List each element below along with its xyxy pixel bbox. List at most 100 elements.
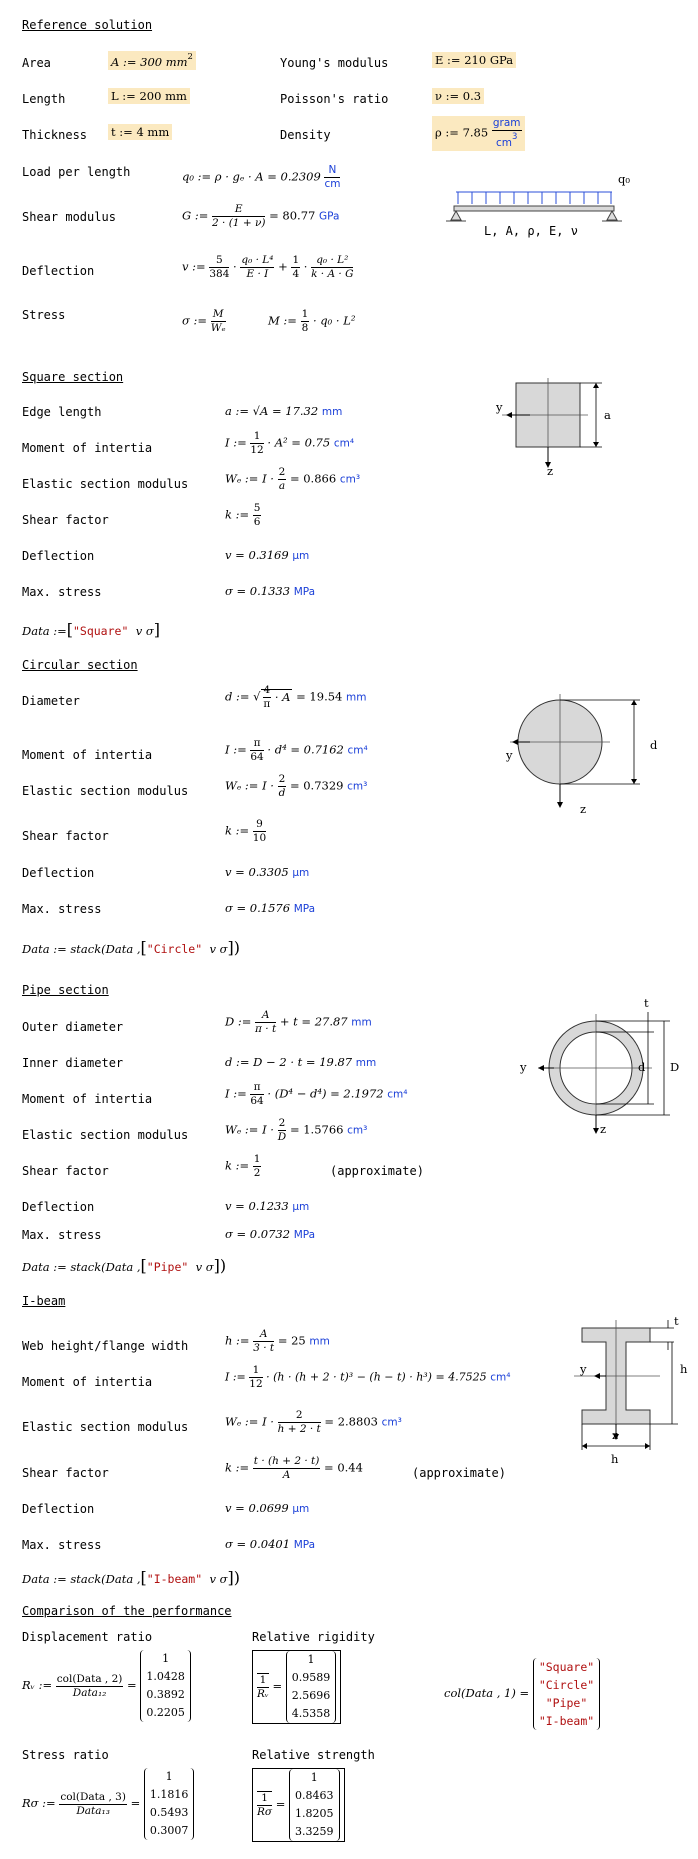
matrix-cell: 1.1816 (149, 1788, 189, 1801)
circle-elastic-label: Elastic section modulus (22, 784, 189, 798)
pipe-shear-equation[interactable]: k := 12 (225, 1153, 262, 1180)
square-moment-equation[interactable]: I := 1 12 · A² = 0.75 cm⁴ (225, 430, 354, 457)
circle-moment-equation[interactable]: I := π 64 · d⁴ = 0.7162 cm⁴ (225, 737, 368, 764)
circle-header: Circular section (22, 658, 138, 672)
pipe-outer-label: Outer diameter (22, 1020, 124, 1034)
stress-ratio-label: Stress ratio (22, 1748, 109, 1762)
matrix-cell: "Pipe" (545, 1696, 588, 1710)
square-z-axis-label: z (547, 464, 554, 478)
square-shear-label: Shear factor (22, 513, 109, 527)
pipe-moment-equation[interactable]: I := π 64 · (D⁴ − d⁴) = 2.1972 cm⁴ (225, 1081, 408, 1108)
relative-rigidity-result[interactable]: 1 Rᵥ = 1 0.9589 2.5696 4.5358 (252, 1650, 342, 1724)
pipe-outer-dimension: D (670, 1060, 680, 1074)
load-equation[interactable]: q₀ := ρ · gₑ · A = 0.2309 Ncm (182, 164, 341, 191)
ibeam-deflection-value[interactable]: v = 0.0699 µm (225, 1501, 309, 1515)
relative-rigidity-label: Relative rigidity (252, 1630, 375, 1644)
ibeam-shear-note: (approximate) (412, 1466, 506, 1480)
ibeam-web-label: Web height/flange width (22, 1339, 189, 1353)
density-equation[interactable]: ρ := 7.85 gram cm3 (432, 116, 525, 151)
ibeam-height-dimension: h (680, 1362, 688, 1376)
beam-parameters: L, A, ρ, E, ν (484, 224, 578, 238)
youngs-equation[interactable]: E := 210 GPa (432, 52, 517, 68)
pipe-thickness-dimension: t (644, 996, 649, 1010)
pipe-z-axis-label: z (600, 1122, 607, 1136)
square-elastic-equation[interactable]: Wₑ := I · 2a = 0.866 cm³ (225, 466, 360, 493)
matrix-cell: 0.9589 (291, 1671, 331, 1684)
pipe-shear-label: Shear factor (22, 1164, 109, 1178)
circle-stress-label: Max. stress (22, 902, 102, 916)
thickness-label: Thickness (22, 128, 88, 142)
matrix-cell: 0.3007 (149, 1824, 189, 1837)
circle-elastic-equation[interactable]: Wₑ := I · 2d = 0.7329 cm³ (225, 773, 367, 800)
pipe-deflection-value[interactable]: v = 0.1233 µm (225, 1199, 309, 1213)
displacement-ratio-equation[interactable]: Rᵥ := col(Data , 2) Data₁₂ = 1 1.0428 0.3… (22, 1650, 191, 1722)
stress-label: Stress (22, 308, 66, 322)
density-label: Density (280, 128, 331, 142)
circle-stress-value[interactable]: σ = 0.1576 MPa (225, 901, 315, 915)
square-stress-label: Max. stress (22, 585, 102, 599)
square-stress-value[interactable]: σ = 0.1333 MPa (225, 584, 315, 598)
pipe-inner-dimension: d (638, 1060, 646, 1074)
ibeam-shear-equation[interactable]: k := t · (h + 2 · t) A = 0.44 (225, 1455, 363, 1482)
square-edge-dimension: a (604, 408, 611, 422)
ibeam-thickness-dimension: t (674, 1314, 679, 1328)
stress-formula[interactable]: σ := M Wₑ (182, 308, 226, 335)
pipe-y-axis-label: y (520, 1060, 527, 1074)
pipe-shear-note: (approximate) (330, 1164, 424, 1178)
ibeam-stress-value[interactable]: σ = 0.0401 MPa (225, 1537, 315, 1551)
matrix-cell: 1 (310, 1771, 318, 1784)
matrix-cell: 1.0428 (146, 1670, 185, 1683)
pipe-deflection-label: Deflection (22, 1200, 95, 1214)
area-equation[interactable]: A := 300 mm2 (108, 51, 196, 70)
matrix-cell: 1 (307, 1653, 315, 1666)
circle-data-assignment[interactable]: Data := stack(Data ,["Circle" v σ]) (22, 938, 240, 957)
circle-deflection-label: Deflection (22, 866, 95, 880)
pipe-outer-equation[interactable]: D := Aπ · t + t = 27.87 mm (225, 1009, 372, 1036)
square-header: Square section (22, 370, 124, 384)
matrix-cell: 0.5493 (149, 1806, 189, 1819)
ibeam-moment-equation[interactable]: I := 1 12 · (h · (h + 2 · t)³ − (h − t) ·… (225, 1364, 510, 1391)
matrix-cell: "Square" (538, 1660, 595, 1674)
deflection-formula[interactable]: v := 5 384 · q₀ · L⁴ E · I + 14 · q₀ · L² k… (182, 254, 354, 281)
pipe-stress-label: Max. stress (22, 1228, 102, 1242)
square-data-assignment[interactable]: Data :=["Square" v σ] (22, 620, 160, 639)
circle-shear-equation[interactable]: k := 9 10 (225, 818, 267, 845)
ibeam-stress-label: Max. stress (22, 1538, 102, 1552)
length-equation[interactable]: L := 200 mm (108, 88, 190, 104)
deflection-label: Deflection (22, 264, 95, 278)
circle-y-axis-label: y (506, 748, 513, 762)
square-moment-label: Moment of intertia (22, 441, 153, 455)
moment-formula[interactable]: M := 18 · q₀ · L² (268, 308, 355, 335)
beam-load-label: q₀ (618, 172, 630, 186)
poisson-equation[interactable]: ν := 0.3 (432, 88, 485, 104)
matrix-cell: 4.5358 (291, 1707, 331, 1720)
pipe-moment-label: Moment of intertia (22, 1092, 153, 1106)
pipe-inner-equation[interactable]: d := D − 2 · t = 19.87 mm (225, 1055, 376, 1069)
ibeam-elastic-equation[interactable]: Wₑ := I · 2h + 2 · t = 2.8803 cm³ (225, 1409, 402, 1436)
square-deflection-label: Deflection (22, 549, 95, 563)
pipe-stress-value[interactable]: σ = 0.0732 MPa (225, 1227, 315, 1241)
thickness-equation[interactable]: t := 4 mm (108, 124, 173, 140)
circle-diameter-equation[interactable]: d := √ 4 π · A = 19.54 mm (225, 684, 366, 711)
square-shear-equation[interactable]: k := 56 (225, 502, 262, 529)
length-label: Length (22, 92, 66, 106)
ibeam-data-assignment[interactable]: Data := stack(Data ,["I-beam" v σ]) (22, 1568, 240, 1587)
circle-deflection-value[interactable]: v = 0.3305 µm (225, 865, 309, 879)
load-label: Load per length (22, 165, 131, 179)
pipe-header: Pipe section (22, 983, 109, 997)
ibeam-width-dimension: h (611, 1452, 619, 1466)
square-deflection-value[interactable]: v = 0.3169 µm (225, 548, 309, 562)
comparison-header: Comparison of the performance (22, 1604, 232, 1618)
square-edge-equation[interactable]: a := √A = 17.32 mm (225, 404, 342, 418)
ibeam-deflection-label: Deflection (22, 1502, 95, 1516)
column-names-equation[interactable]: col(Data , 1) = "Square" "Circle" "Pipe"… (444, 1658, 601, 1730)
ibeam-web-equation[interactable]: h := A3 · t = 25 mm (225, 1328, 330, 1355)
area-label: Area (22, 56, 51, 70)
pipe-data-assignment[interactable]: Data := stack(Data ,["Pipe" v σ]) (22, 1256, 226, 1275)
matrix-cell: "I-beam" (538, 1714, 595, 1728)
stress-ratio-equation[interactable]: Rσ := col(Data , 3) Data₁₃ = 1 1.1816 0.5… (22, 1768, 195, 1840)
shear-modulus-equation[interactable]: G := E2 · (1 + ν) = 80.77 GPa (182, 203, 339, 230)
matrix-cell: 1.8205 (295, 1807, 334, 1820)
pipe-elastic-equation[interactable]: Wₑ := I · 2D = 1.5766 cm³ (225, 1117, 367, 1144)
relative-strength-result[interactable]: 1 Rσ = 1 0.8463 1.8205 3.3259 (252, 1768, 345, 1842)
